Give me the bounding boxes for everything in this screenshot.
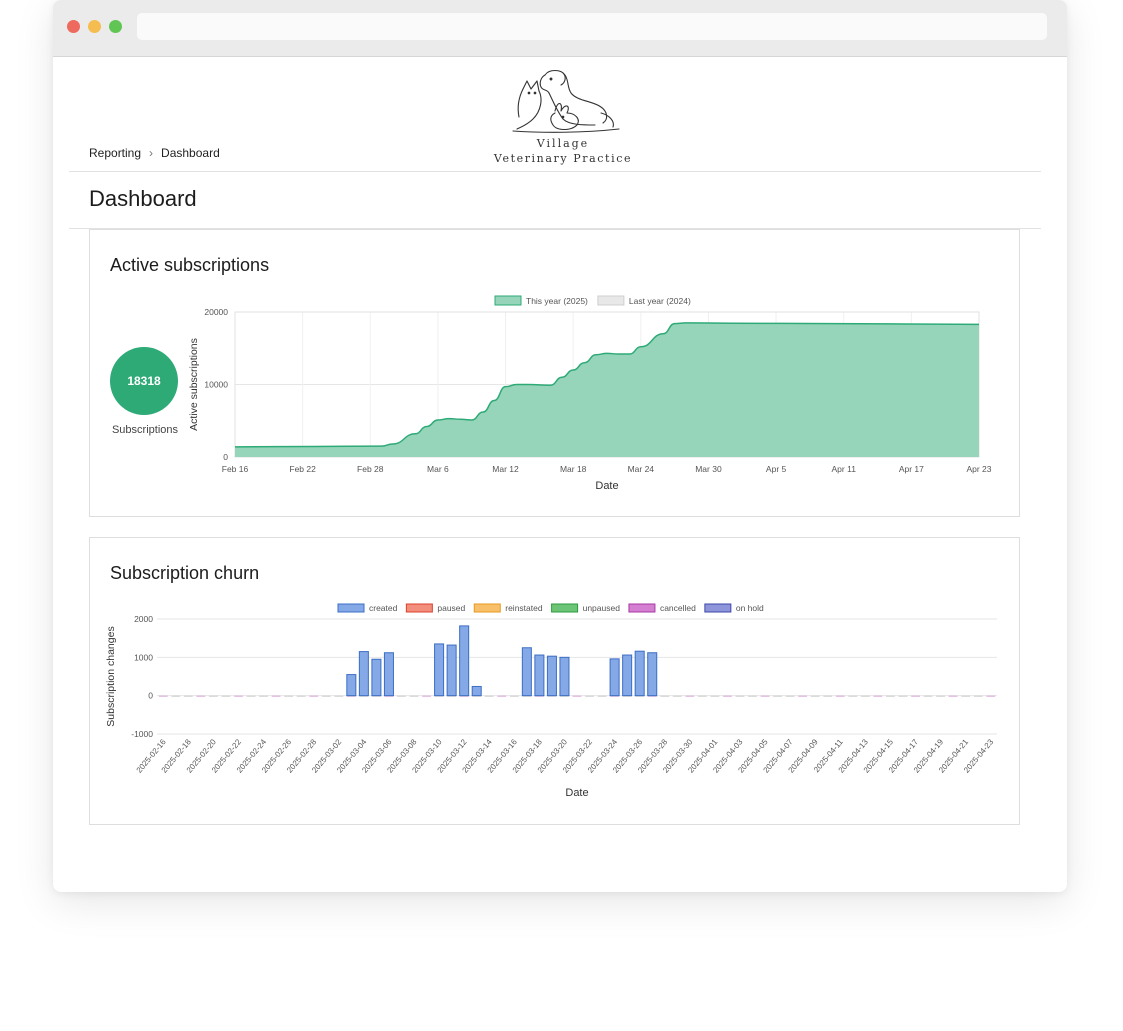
- maximize-window-button[interactable]: [109, 20, 122, 33]
- x-tick-label: Mar 30: [695, 464, 722, 474]
- chevron-right-icon: ›: [149, 146, 154, 160]
- legend-label-cancelled: cancelled: [660, 603, 696, 613]
- bar-created: [434, 643, 445, 697]
- area-this-year: [235, 322, 979, 457]
- legend-swatch-0: [494, 295, 522, 306]
- x-tick-label: Apr 23: [966, 464, 991, 474]
- x-axis-label: Date: [565, 787, 588, 799]
- logo-line-2: Veterinary Practice: [493, 152, 633, 165]
- breadcrumb-reporting-link[interactable]: Reporting: [89, 146, 141, 160]
- y-tick-label: -1000: [131, 729, 153, 739]
- legend-label-1: Last year (2024): [629, 296, 691, 306]
- pets-logo-icon: [512, 69, 620, 133]
- x-tick-label: Mar 24: [628, 464, 655, 474]
- x-tick-label: Apr 17: [899, 464, 924, 474]
- subscriptions-kpi-label: Subscriptions: [111, 424, 179, 436]
- legend-label-paused: paused: [437, 603, 465, 613]
- bar-created: [521, 647, 532, 697]
- bar-created: [371, 658, 382, 697]
- minimize-window-button[interactable]: [88, 20, 101, 33]
- y-axis-label: Active subscriptions: [188, 338, 200, 431]
- legend-swatch-1: [597, 295, 625, 306]
- practice-logo: Village Veterinary Practice: [483, 67, 643, 165]
- y-tick-label: 0: [223, 452, 228, 462]
- y-tick-label: 0: [148, 691, 153, 701]
- bar-created: [358, 651, 369, 697]
- bar-created: [471, 685, 482, 697]
- y-tick-label: 20000: [204, 307, 228, 317]
- active-subscriptions-chart: This year (2025) Last year (2024) 0 10000 20…: [188, 295, 992, 492]
- bar-created: [446, 644, 457, 697]
- y-tick-label: 1000: [134, 652, 153, 662]
- x-tick-label: Feb 22: [289, 464, 316, 474]
- x-tick-label: Feb 16: [222, 464, 249, 474]
- close-window-button[interactable]: [67, 20, 80, 33]
- bar-created: [383, 652, 394, 697]
- x-tick-label: Apr 5: [766, 464, 787, 474]
- logo-line-1: Village: [536, 137, 590, 150]
- breadcrumb: Reporting › Dashboard: [89, 146, 220, 160]
- x-tick-label: Mar 6: [427, 464, 449, 474]
- page-content: Village Veterinary Practice Reporting › …: [53, 57, 1067, 892]
- bar-created: [609, 658, 620, 697]
- subscription-churn-card: Subscription churn created paused reinstat…: [89, 537, 1020, 825]
- legend-label-0: This year (2025): [526, 296, 588, 306]
- legend-swatch-created: [337, 603, 365, 613]
- subscription-churn-chart: created paused reinstated unpaused cancelled…: [105, 603, 997, 799]
- browser-titlebar: [53, 0, 1067, 57]
- y-axis-label: Subscription changes: [105, 626, 117, 726]
- subscriptions-kpi-badge: 18318: [110, 347, 178, 415]
- breadcrumb-current: Dashboard: [161, 146, 220, 160]
- legend-label-on-hold: on hold: [736, 603, 764, 613]
- y-tick-label: 10000: [204, 380, 228, 390]
- legend-swatch-on-hold: [704, 603, 732, 613]
- x-tick-label: Mar 18: [560, 464, 587, 474]
- legend-label-created: created: [369, 603, 398, 613]
- address-bar[interactable]: [137, 13, 1047, 40]
- bar-created: [534, 654, 545, 697]
- bar-created: [459, 625, 470, 697]
- legend-label-reinstated: reinstated: [505, 603, 543, 613]
- page-title: Dashboard: [89, 186, 197, 211]
- subscription-churn-title: Subscription churn: [110, 563, 260, 583]
- legend-swatch-cancelled: [628, 603, 656, 613]
- bar-created: [634, 650, 645, 697]
- browser-window: Village Veterinary Practice Reporting › …: [53, 0, 1067, 892]
- y-tick-label: 2000: [134, 614, 153, 624]
- x-tick-label: Feb 28: [357, 464, 384, 474]
- x-axis-label: Date: [595, 480, 618, 492]
- x-tick-label: Mar 12: [492, 464, 519, 474]
- active-subscriptions-title: Active subscriptions: [110, 255, 270, 275]
- bar-created: [346, 674, 357, 697]
- bar-created: [559, 656, 570, 697]
- legend-swatch-unpaused: [551, 603, 579, 613]
- legend-swatch-reinstated: [473, 603, 501, 613]
- bar-created: [546, 655, 557, 697]
- legend-label-unpaused: unpaused: [583, 603, 621, 613]
- active-subscriptions-card: Active subscriptions 18318 Subscriptions…: [89, 229, 1020, 517]
- bar-created: [622, 654, 633, 697]
- bar-created: [647, 652, 658, 697]
- header-divider: [69, 171, 1041, 172]
- x-tick-label: Apr 11: [832, 464, 857, 474]
- legend-swatch-paused: [405, 603, 433, 613]
